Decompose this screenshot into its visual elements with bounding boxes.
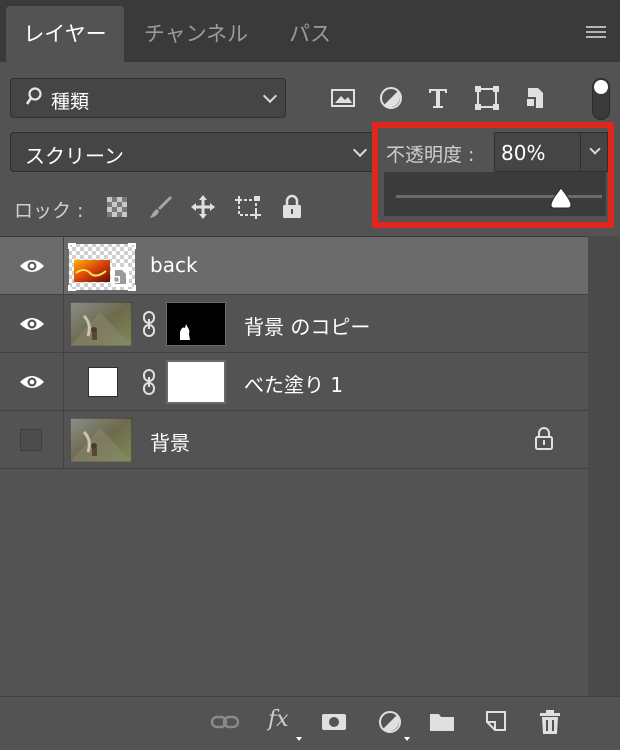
- new-layer-icon[interactable]: [482, 709, 510, 735]
- tab-paths[interactable]: パス: [268, 6, 352, 62]
- tab-channels[interactable]: チャンネル: [128, 6, 264, 62]
- lock-all-icon[interactable]: [280, 194, 306, 220]
- link-layers-icon[interactable]: [210, 709, 240, 735]
- opacity-input[interactable]: 80%: [494, 132, 580, 172]
- eye-icon: [20, 260, 44, 272]
- layer-name[interactable]: べた塗り 1: [244, 369, 343, 398]
- tab-layers[interactable]: レイヤー: [6, 6, 124, 62]
- fx-menu-arrow: [296, 737, 302, 741]
- visibility-checkbox[interactable]: [20, 429, 42, 451]
- chevron-down-icon: [352, 142, 368, 158]
- adjustment-filter-icon[interactable]: [378, 86, 404, 110]
- layer-row-background[interactable]: 背景: [0, 411, 588, 469]
- shape-filter-icon[interactable]: [474, 86, 500, 110]
- layer-mask-thumbnail[interactable]: [165, 301, 227, 347]
- opacity-label: 不透明度 :: [386, 144, 475, 166]
- layer-thumbnail[interactable]: [68, 243, 136, 291]
- lock-artboard-icon[interactable]: [234, 194, 261, 220]
- chevron-down-icon: [589, 143, 601, 155]
- fill-color-swatch[interactable]: [88, 367, 118, 397]
- opacity-value: 80%: [501, 141, 546, 165]
- opacity-dropdown-button[interactable]: [580, 132, 608, 172]
- visibility-cell[interactable]: [0, 353, 64, 411]
- blend-mode-select[interactable]: スクリーン: [10, 132, 376, 172]
- adjustment-menu-arrow: [404, 737, 410, 741]
- add-mask-icon[interactable]: [320, 709, 348, 735]
- fx-icon[interactable]: fx: [268, 707, 289, 732]
- filter-kind-select[interactable]: 種類: [10, 78, 286, 118]
- filter-kind-label: 種類: [51, 91, 90, 113]
- type-filter-icon[interactable]: [425, 86, 451, 110]
- layers-scroll-gutter[interactable]: [588, 236, 620, 696]
- smart-object-filter-icon[interactable]: [522, 86, 548, 110]
- image-filter-icon[interactable]: [330, 86, 356, 110]
- layer-row-solid-fill[interactable]: べた塗り 1: [0, 353, 588, 411]
- tab-bar: レイヤー チャンネル パス: [0, 0, 620, 62]
- blend-mode-label: スクリーン: [25, 144, 124, 168]
- lock-position-icon[interactable]: [190, 194, 216, 220]
- visibility-cell[interactable]: [0, 295, 64, 353]
- layers-panel: レイヤー チャンネル パス 種類 スクリーン 不透明度 : 80% ロック: …: [0, 0, 620, 750]
- lock-transparent-icon[interactable]: [104, 194, 130, 220]
- lock-image-icon[interactable]: [148, 194, 174, 220]
- opacity-slider-thumb[interactable]: [549, 186, 573, 210]
- chain-link-icon[interactable]: [142, 369, 156, 395]
- delete-icon[interactable]: [536, 709, 564, 735]
- layer-mask-thumbnail[interactable]: [166, 360, 226, 404]
- layer-thumbnail[interactable]: [69, 417, 133, 463]
- new-group-icon[interactable]: [428, 709, 456, 735]
- visibility-cell[interactable]: [0, 237, 64, 295]
- visibility-cell[interactable]: [0, 411, 64, 469]
- lock-label: ロック :: [14, 200, 84, 222]
- layer-name[interactable]: 背景: [150, 427, 190, 456]
- eye-icon: [20, 318, 44, 330]
- search-icon: [25, 87, 43, 112]
- layer-name[interactable]: 背景 のコピー: [244, 311, 370, 340]
- new-adjustment-icon[interactable]: [376, 709, 404, 735]
- panel-menu-icon[interactable]: [586, 26, 606, 40]
- layer-name[interactable]: back: [150, 253, 198, 277]
- bottom-toolbar: fx: [0, 696, 620, 750]
- chevron-down-icon: [262, 88, 278, 104]
- layer-row-background-copy[interactable]: 背景 のコピー: [0, 295, 588, 353]
- lock-icon: [535, 427, 553, 450]
- layers-list: back 背景 のコピー べた塗り 1 背景: [0, 236, 620, 696]
- layer-thumbnail[interactable]: [69, 301, 133, 347]
- chain-link-icon[interactable]: [142, 311, 156, 337]
- filter-toggle[interactable]: [592, 78, 610, 120]
- layer-row-back[interactable]: back: [0, 237, 588, 295]
- eye-icon: [20, 376, 44, 388]
